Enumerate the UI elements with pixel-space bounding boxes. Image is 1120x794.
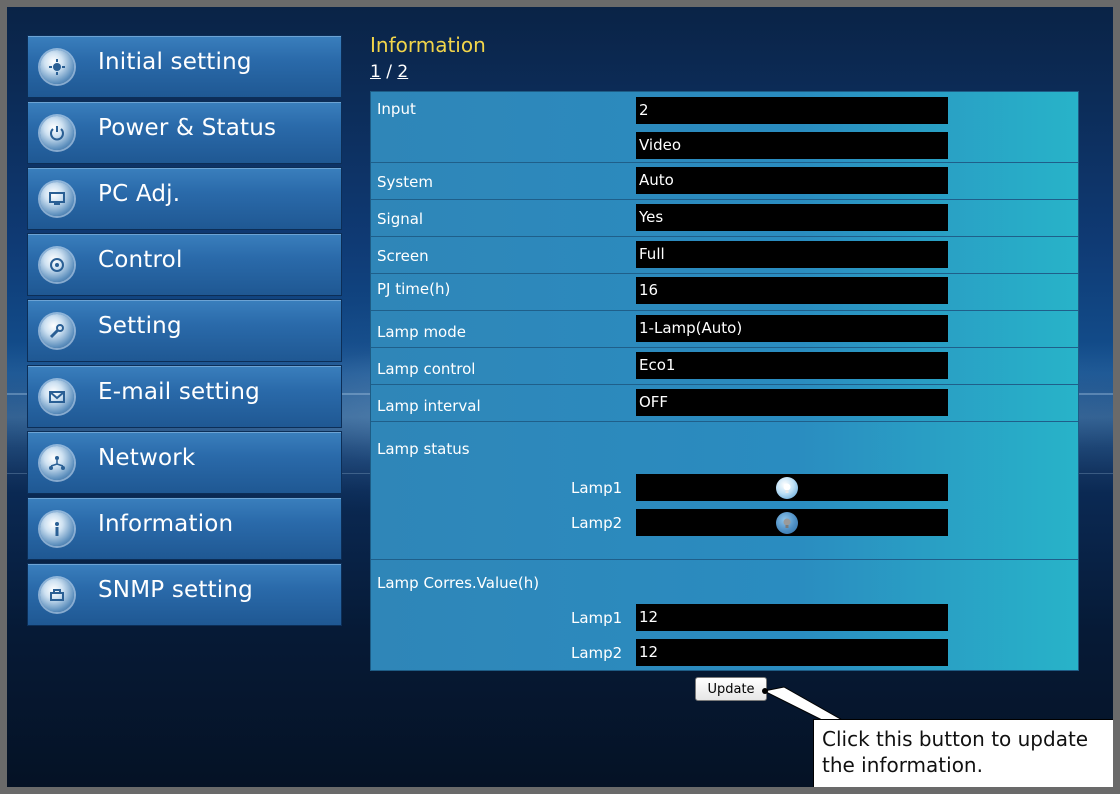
lamp-off-icon xyxy=(776,512,798,534)
lamp1-label: Lamp1 xyxy=(571,479,623,497)
lamp1-label: Lamp1 xyxy=(571,609,623,627)
value-field: Full xyxy=(636,241,948,268)
row-label: Screen xyxy=(377,247,429,265)
value-field: 12 xyxy=(636,604,948,631)
row-input: Input 2 Video xyxy=(371,92,1078,163)
callout-pointer xyxy=(762,686,846,722)
row-label: Input xyxy=(377,100,416,118)
info-icon xyxy=(40,512,74,546)
page-separator: / xyxy=(380,62,398,82)
lamp2-label: Lamp2 xyxy=(571,644,623,662)
sidebar-item-label: Power & Status xyxy=(98,115,277,141)
value-field: Yes xyxy=(636,204,948,231)
row-label: Lamp mode xyxy=(377,323,466,341)
window-frame: Initial setting Power & Status PC Adj. C… xyxy=(0,0,1120,794)
value-field: 16 xyxy=(636,277,948,304)
snmp-icon xyxy=(40,578,74,612)
row-pj-time: PJ time(h) 16 xyxy=(371,274,1078,311)
value-field: OFF xyxy=(636,389,948,416)
value-field: 2 xyxy=(636,97,948,124)
value-field: 12 xyxy=(636,639,948,666)
lamp2-label: Lamp2 xyxy=(571,514,623,532)
row-label: Lamp control xyxy=(377,360,476,378)
sidebar-item-control[interactable]: Control xyxy=(27,233,342,296)
lamp-on-icon xyxy=(776,477,798,499)
sidebar-item-label: Information xyxy=(98,511,234,537)
row-label: Signal xyxy=(377,210,424,228)
lamp1-status-field xyxy=(636,474,948,501)
row-label: Lamp status xyxy=(377,440,470,458)
information-panel: Input 2 Video System Auto Signal Yes Scr… xyxy=(370,91,1079,671)
row-lamp-mode: Lamp mode 1-Lamp(Auto) xyxy=(371,311,1078,348)
sidebar-item-setting[interactable]: Setting xyxy=(27,299,342,362)
lamp2-status-field xyxy=(636,509,948,536)
sidebar-item-label: SNMP setting xyxy=(98,577,253,603)
sidebar-item-email-setting[interactable]: E-mail setting xyxy=(27,365,342,428)
value-field: Auto xyxy=(636,167,948,194)
sidebar-item-snmp-setting[interactable]: SNMP setting xyxy=(27,563,342,626)
control-icon xyxy=(40,248,74,282)
row-system: System Auto xyxy=(371,163,1078,200)
page-link-next[interactable]: 2 xyxy=(397,62,408,82)
sidebar-item-label: PC Adj. xyxy=(98,181,181,207)
sidebar-item-power-status[interactable]: Power & Status xyxy=(27,101,342,164)
gear-icon xyxy=(40,50,74,84)
sidebar-item-network[interactable]: Network xyxy=(27,431,342,494)
row-label: Lamp interval xyxy=(377,397,481,415)
sidebar-item-information[interactable]: Information xyxy=(27,497,342,560)
monitor-icon xyxy=(40,182,74,216)
page-link-current[interactable]: 1 xyxy=(370,62,381,82)
pager: 1 / 2 xyxy=(370,62,408,82)
network-icon xyxy=(40,446,74,480)
row-lamp-control: Lamp control Eco1 xyxy=(371,348,1078,385)
sidebar-item-label: E-mail setting xyxy=(98,379,260,405)
sidebar-item-pc-adj[interactable]: PC Adj. xyxy=(27,167,342,230)
row-lamp-corres-value: Lamp Corres.Value(h) Lamp1 12 Lamp2 12 xyxy=(371,560,1078,671)
row-lamp-status: Lamp status Lamp1 Lamp2 xyxy=(371,422,1078,560)
power-icon xyxy=(40,116,74,150)
sidebar-item-label: Control xyxy=(98,247,183,273)
value-field: Video xyxy=(636,132,948,159)
value-field: Eco1 xyxy=(636,352,948,379)
row-label: Lamp Corres.Value(h) xyxy=(377,574,540,592)
row-label: PJ time(h) xyxy=(377,280,451,298)
sidebar-nav: Initial setting Power & Status PC Adj. C… xyxy=(27,35,342,629)
sidebar-item-initial-setting[interactable]: Initial setting xyxy=(27,35,342,98)
sidebar-item-label: Initial setting xyxy=(98,49,252,75)
value-field: 1-Lamp(Auto) xyxy=(636,315,948,342)
sidebar-item-label: Network xyxy=(98,445,196,471)
mail-icon xyxy=(40,380,74,414)
row-signal: Signal Yes xyxy=(371,200,1078,237)
wrench-icon xyxy=(40,314,74,348)
row-label: System xyxy=(377,173,433,191)
callout-box: Click this button to update the informat… xyxy=(813,719,1113,787)
row-screen: Screen Full xyxy=(371,237,1078,274)
page-title: Information xyxy=(370,33,486,57)
sidebar-item-label: Setting xyxy=(98,313,182,339)
row-lamp-interval: Lamp interval OFF xyxy=(371,385,1078,422)
update-button[interactable]: Update xyxy=(695,677,767,701)
